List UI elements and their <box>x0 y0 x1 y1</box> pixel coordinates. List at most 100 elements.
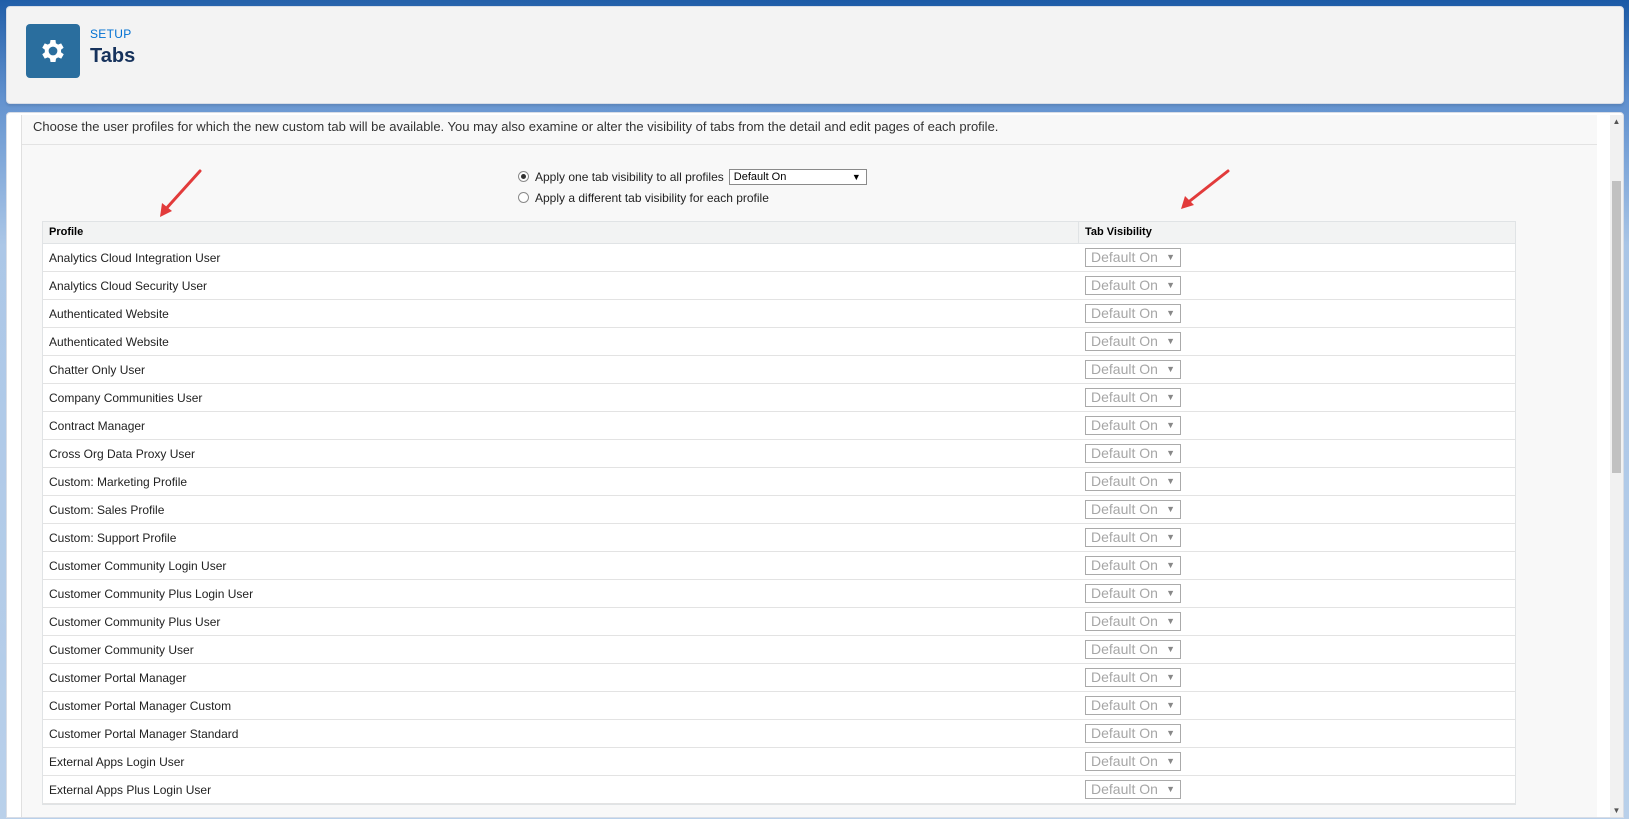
tab-visibility-select[interactable]: Default On ▼ <box>1085 416 1181 435</box>
profile-name: Customer Community User <box>49 642 194 657</box>
table-row: Company Communities User Default On ▼ <box>43 384 1515 412</box>
tab-visibility-select[interactable]: Default On ▼ <box>1085 724 1181 743</box>
tab-visibility-select[interactable]: Default On ▼ <box>1085 276 1181 295</box>
tab-visibility-select[interactable]: Default On ▼ <box>1085 752 1181 771</box>
table-row: Contract Manager Default On ▼ <box>43 412 1515 440</box>
tab-visibility-select[interactable]: Default On ▼ <box>1085 472 1181 491</box>
profile-name: Analytics Cloud Integration User <box>49 250 221 265</box>
dropdown-arrow-icon: ▼ <box>1166 308 1175 318</box>
tab-visibility-select[interactable]: Default On ▼ <box>1085 388 1181 407</box>
profile-name: Custom: Marketing Profile <box>49 474 188 489</box>
table-row: Authenticated Website Default On ▼ <box>43 328 1515 356</box>
tab-visibility-select[interactable]: Default On ▼ <box>1085 360 1181 379</box>
dropdown-arrow-icon: ▼ <box>1166 476 1175 486</box>
main-panel: Choose the user profiles for which the n… <box>6 112 1624 818</box>
tab-visibility-value: Default On <box>1091 585 1158 601</box>
dropdown-arrow-icon: ▼ <box>1166 588 1175 598</box>
profile-name: Customer Portal Manager Custom <box>49 698 232 713</box>
profile-name: Contract Manager <box>49 418 146 433</box>
breadcrumb[interactable]: SETUP <box>90 27 132 41</box>
tab-visibility-value: Default On <box>1091 473 1158 489</box>
tab-visibility-value: Default On <box>1091 529 1158 545</box>
profile-name: Customer Community Plus User <box>49 614 221 629</box>
dropdown-arrow-icon: ▼ <box>1166 364 1175 374</box>
table-row: Customer Community Login User Default On ▼ <box>43 552 1515 580</box>
global-visibility-select[interactable]: Default On ▼ <box>728 168 867 185</box>
tab-visibility-select[interactable]: Default On ▼ <box>1085 780 1181 799</box>
tab-visibility-value: Default On <box>1091 305 1158 321</box>
visibility-cell: Default On ▼ <box>1079 332 1181 351</box>
table-row: Custom: Support Profile Default On ▼ <box>43 524 1515 552</box>
table-row: Custom: Marketing Profile Default On ▼ <box>43 468 1515 496</box>
visibility-cell: Default On ▼ <box>1079 584 1181 603</box>
visibility-cell: Default On ▼ <box>1079 444 1181 463</box>
tab-visibility-value: Default On <box>1091 249 1158 265</box>
tab-visibility-value: Default On <box>1091 445 1158 461</box>
dropdown-arrow-icon: ▼ <box>1166 448 1175 458</box>
table-header: Profile Tab Visibility <box>43 222 1515 244</box>
vertical-scrollbar[interactable]: ▲ ▼ <box>1610 115 1623 817</box>
tab-visibility-select[interactable]: Default On ▼ <box>1085 696 1181 715</box>
tab-visibility-select[interactable]: Default On ▼ <box>1085 612 1181 631</box>
dropdown-arrow-icon: ▼ <box>851 171 861 182</box>
table-row: Customer Community Plus User Default On ▼ <box>43 608 1515 636</box>
apply-each-radio[interactable] <box>518 192 529 203</box>
annotation-arrow-icon <box>160 169 202 217</box>
visibility-cell: Default On ▼ <box>1079 556 1181 575</box>
gear-icon <box>26 24 80 78</box>
table-row: Customer Community User Default On ▼ <box>43 636 1515 664</box>
tab-visibility-select[interactable]: Default On ▼ <box>1085 500 1181 519</box>
tab-visibility-select[interactable]: Default On ▼ <box>1085 556 1181 575</box>
dropdown-arrow-icon: ▼ <box>1166 756 1175 766</box>
profile-name: Customer Portal Manager Standard <box>49 726 239 741</box>
column-header-tab-visibility: Tab Visibility <box>1085 226 1152 238</box>
visibility-cell: Default On ▼ <box>1079 360 1181 379</box>
tab-visibility-select[interactable]: Default On ▼ <box>1085 332 1181 351</box>
dropdown-arrow-icon: ▼ <box>1166 644 1175 654</box>
visibility-cell: Default On ▼ <box>1079 640 1181 659</box>
table-row: Analytics Cloud Integration User Default … <box>43 244 1515 272</box>
dropdown-arrow-icon: ▼ <box>1166 252 1175 262</box>
table-row: Customer Community Plus Login User Defaul… <box>43 580 1515 608</box>
profile-name: Chatter Only User <box>49 362 146 377</box>
apply-all-label: Apply one tab visibility to all profiles <box>535 169 724 184</box>
profile-name: Analytics Cloud Security User <box>49 278 208 293</box>
visibility-cell: Default On ▼ <box>1079 528 1181 547</box>
scroll-down-icon[interactable]: ▼ <box>1610 804 1623 817</box>
table-row: Analytics Cloud Security User Default On ▼ <box>43 272 1515 300</box>
tab-visibility-select[interactable]: Default On ▼ <box>1085 304 1181 323</box>
profiles-table: Profile Tab Visibility Analytics Cloud I… <box>42 221 1516 805</box>
profile-name: Cross Org Data Proxy User <box>49 446 196 461</box>
visibility-cell: Default On ▼ <box>1079 500 1181 519</box>
column-header-profile: Profile <box>43 222 1079 243</box>
scroll-up-icon[interactable]: ▲ <box>1610 115 1623 128</box>
profile-name: Authenticated Website <box>49 306 169 321</box>
tab-visibility-select[interactable]: Default On ▼ <box>1085 528 1181 547</box>
apply-each-label: Apply a different tab visibility for eac… <box>535 190 769 205</box>
dropdown-arrow-icon: ▼ <box>1166 728 1175 738</box>
scroll-thumb[interactable] <box>1612 181 1621 473</box>
profile-name: Customer Community Plus Login User <box>49 586 254 601</box>
tab-visibility-value: Default On <box>1091 277 1158 293</box>
tab-visibility-select[interactable]: Default On ▼ <box>1085 640 1181 659</box>
dropdown-arrow-icon: ▼ <box>1166 280 1175 290</box>
page-header: SETUP Tabs <box>6 6 1624 104</box>
tab-visibility-select[interactable]: Default On ▼ <box>1085 668 1181 687</box>
tab-visibility-select[interactable]: Default On ▼ <box>1085 584 1181 603</box>
visibility-cell: Default On ▼ <box>1079 304 1181 323</box>
content-area: Choose the user profiles for which the n… <box>21 115 1597 817</box>
profile-name: Customer Portal Manager <box>49 670 187 685</box>
table-row: External Apps Login User Default On ▼ <box>43 748 1515 776</box>
table-row: Cross Org Data Proxy User Default On ▼ <box>43 440 1515 468</box>
tab-visibility-select[interactable]: Default On ▼ <box>1085 444 1181 463</box>
tab-visibility-value: Default On <box>1091 333 1158 349</box>
visibility-cell: Default On ▼ <box>1079 472 1181 491</box>
visibility-cell: Default On ▼ <box>1079 724 1181 743</box>
dropdown-arrow-icon: ▼ <box>1166 532 1175 542</box>
apply-all-radio[interactable] <box>518 171 529 182</box>
dropdown-arrow-icon: ▼ <box>1166 672 1175 682</box>
table-row: Custom: Sales Profile Default On ▼ <box>43 496 1515 524</box>
tab-visibility-value: Default On <box>1091 361 1158 377</box>
tab-visibility-value: Default On <box>1091 753 1158 769</box>
tab-visibility-select[interactable]: Default On ▼ <box>1085 248 1181 267</box>
